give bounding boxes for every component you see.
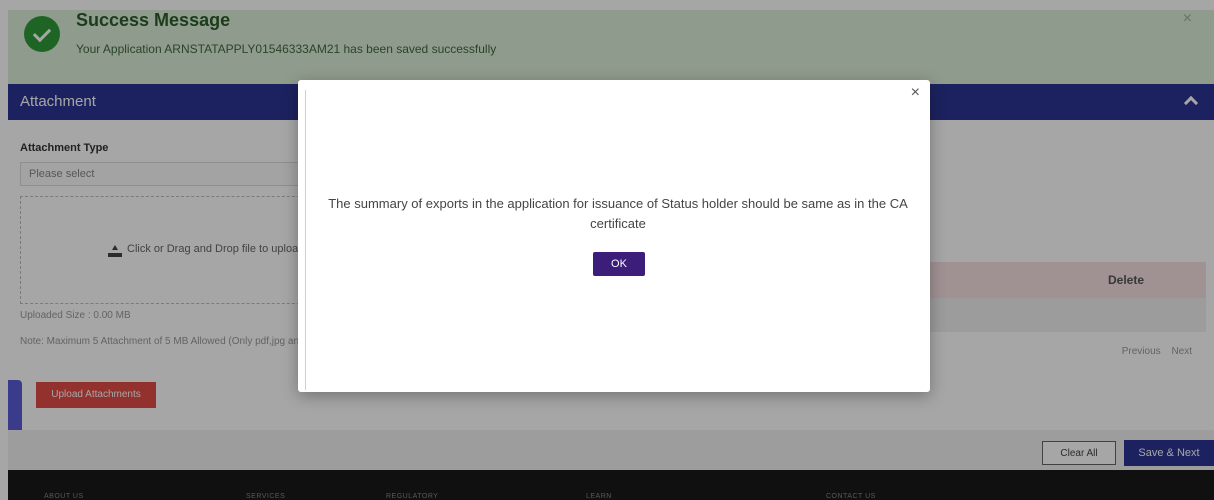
dialog-divider bbox=[305, 90, 306, 390]
ok-button[interactable]: OK bbox=[593, 252, 645, 276]
dialog-message: The summary of exports in the applicatio… bbox=[328, 196, 908, 231]
dialog-close-icon[interactable]: × bbox=[911, 84, 920, 102]
page: Success Message Your Application ARNSTAT… bbox=[0, 0, 1214, 500]
alert-dialog: × The summary of exports in the applicat… bbox=[298, 80, 930, 392]
